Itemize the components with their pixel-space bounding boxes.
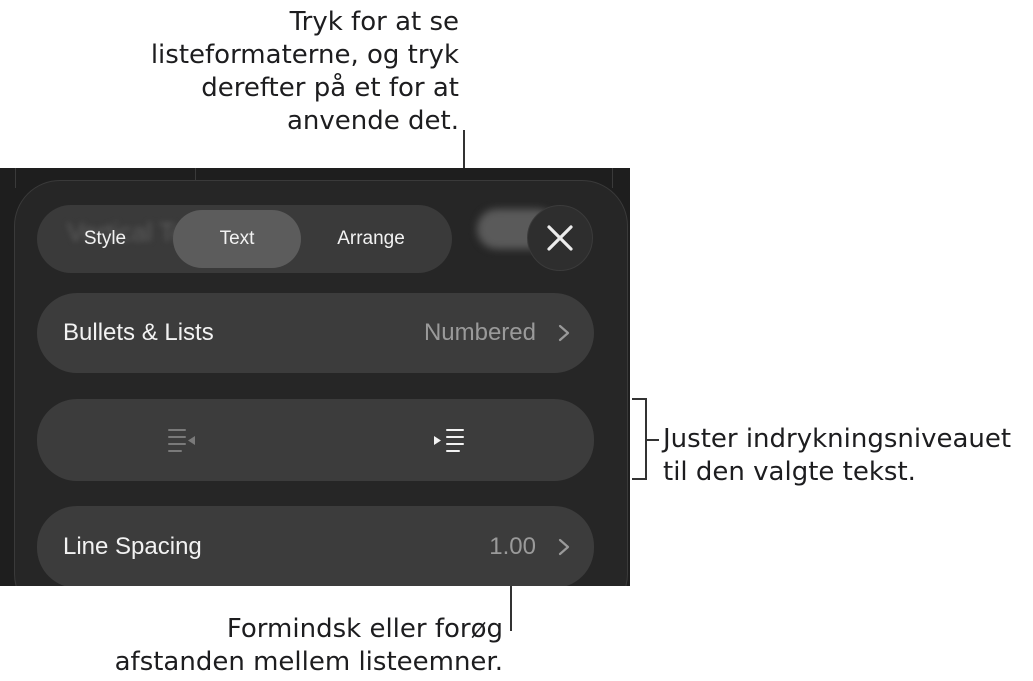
callout-indent: Juster indrykningsniveauet til den valgt… — [663, 423, 1011, 489]
line-spacing-row[interactable]: Line Spacing 1.00 — [37, 506, 594, 586]
indent-row — [37, 399, 594, 481]
callout-line: afstanden mellem listeemner. — [114, 647, 503, 677]
tab-text[interactable]: Text — [173, 210, 301, 268]
tab-style[interactable]: Style — [47, 210, 163, 268]
tab-label: Text — [219, 228, 255, 249]
callout-list-formats: Tryk for at se listeformaterne, og tryk … — [151, 6, 459, 138]
row-label: Bullets & Lists — [63, 319, 214, 346]
tab-label: Arrange — [337, 228, 405, 249]
callout-line: derefter på et for at — [201, 73, 459, 103]
divider — [15, 168, 16, 188]
format-panel: Vertical Text Style Text Arrange Bullets… — [14, 180, 628, 586]
tab-bar: Vertical Text Style Text Arrange — [37, 205, 452, 273]
divider — [612, 168, 613, 188]
tab-arrange[interactable]: Arrange — [307, 210, 435, 268]
decrease-indent-icon[interactable] — [165, 425, 205, 455]
callout-line: anvende det. — [287, 106, 459, 136]
row-value: 1.00 — [489, 533, 536, 560]
callout-line-spacing: Formindsk eller forøg afstanden mellem l… — [115, 613, 503, 679]
chevron-right-icon — [558, 538, 570, 556]
callout-leader-line — [647, 439, 659, 441]
callout-line: til den valgte tekst. — [663, 457, 916, 487]
callout-line: listeformaterne, og tryk — [150, 40, 459, 70]
close-icon — [547, 225, 573, 251]
close-button[interactable] — [527, 205, 593, 271]
callout-bracket-top — [632, 398, 646, 400]
callout-line: Formindsk eller forøg — [226, 614, 503, 644]
chevron-right-icon — [558, 324, 570, 342]
tab-label: Style — [83, 228, 127, 249]
callout-line: Juster indrykningsniveauet — [663, 424, 1012, 454]
increase-indent-icon[interactable] — [431, 425, 471, 455]
row-label: Line Spacing — [63, 533, 202, 560]
callout-line: Tryk for at se — [289, 7, 459, 37]
row-value: Numbered — [423, 319, 536, 346]
bullets-lists-row[interactable]: Bullets & Lists Numbered — [37, 293, 594, 373]
format-panel-screenshot: Vertical Text Style Text Arrange Bullets… — [0, 168, 630, 586]
callout-bracket-bottom — [632, 478, 646, 480]
